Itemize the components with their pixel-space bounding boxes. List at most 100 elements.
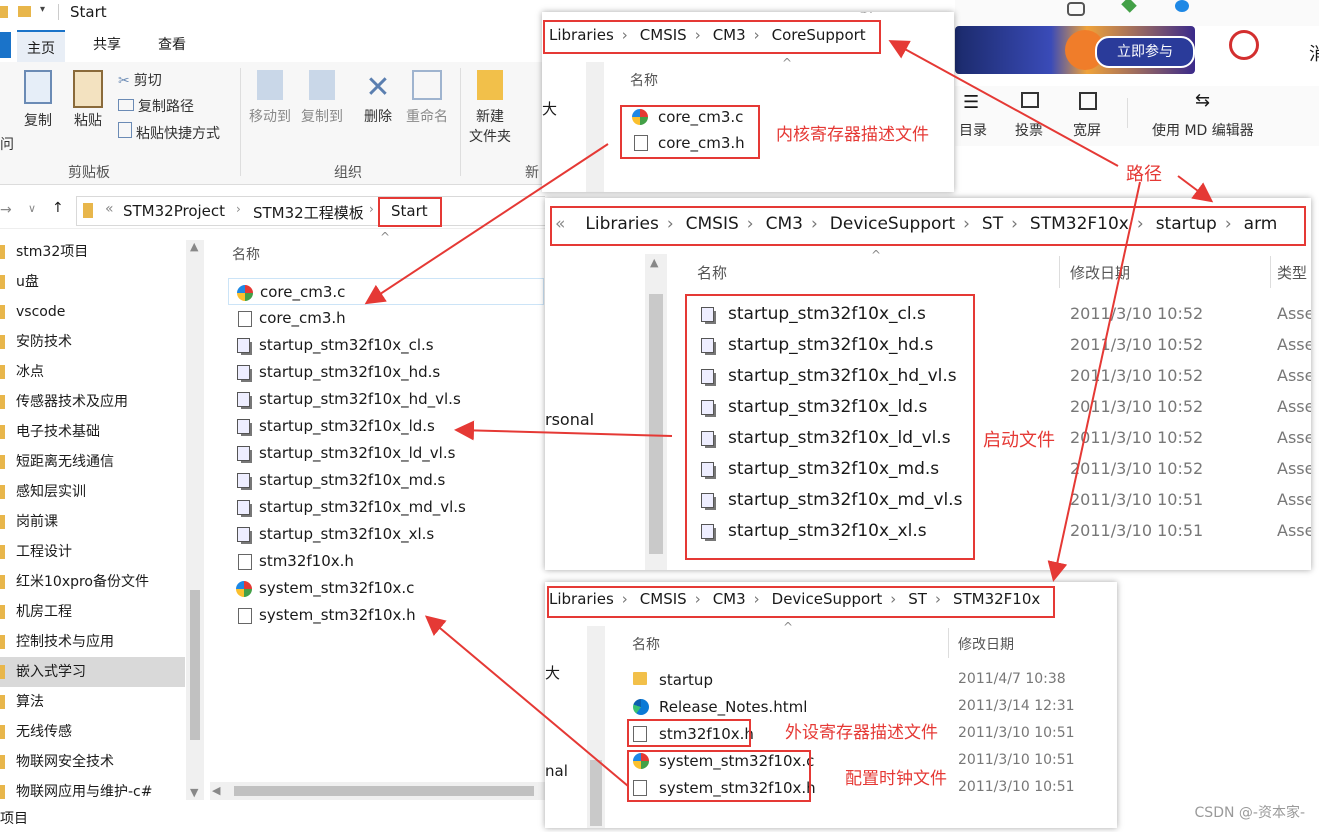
- sidebar-item[interactable]: 感知层实训: [0, 477, 185, 507]
- annotation-startup: 启动文件: [983, 430, 1055, 451]
- recent-chevron-icon[interactable]: ∨: [28, 202, 36, 215]
- breadcrumb-template[interactable]: STM32工程模板: [253, 202, 364, 223]
- extension-icon[interactable]: [1121, 0, 1137, 13]
- up-arrow-icon[interactable]: ↑: [52, 200, 64, 216]
- sidebar-item[interactable]: 电子技术基础: [0, 417, 185, 447]
- sidebar-item[interactable]: 传感器技术及应用: [0, 387, 185, 417]
- column-header-name[interactable]: 名称: [630, 70, 658, 90]
- scroll-thumb[interactable]: [649, 294, 663, 554]
- folder-icon: [633, 672, 647, 685]
- cut-button[interactable]: ✂ 剪切: [118, 70, 162, 90]
- table-row[interactable]: startup 2011/4/7 10:38: [629, 668, 1109, 694]
- sidebar-item[interactable]: 安防技术: [0, 327, 185, 357]
- column-header-type[interactable]: 类型: [1277, 262, 1307, 283]
- copy-to-button[interactable]: 复制到: [298, 70, 346, 126]
- vote-button[interactable]: 投票: [1015, 120, 1043, 140]
- sidebar-item[interactable]: 无线传感: [0, 717, 185, 747]
- file-name: core_cm3.h: [259, 309, 346, 327]
- catalog-button[interactable]: 目录: [959, 120, 987, 140]
- window-close-mark: ✕: [862, 12, 874, 18]
- scroll-thumb[interactable]: [190, 590, 200, 740]
- widescreen-button[interactable]: 宽屏: [1073, 120, 1101, 140]
- sidebar-item[interactable]: 控制技术与应用: [0, 627, 185, 657]
- scroll-up-icon[interactable]: ▲: [190, 240, 198, 253]
- sidebar-scrollbar[interactable]: ▲ ▼: [186, 240, 204, 800]
- highlight-box: [627, 719, 751, 747]
- file-type: Asse: [1277, 490, 1311, 509]
- file-name: startup_stm32f10x_md_vl.s: [259, 498, 466, 516]
- rename-button[interactable]: 重命名: [402, 70, 452, 126]
- file-date: 2011/3/10 10:51: [1070, 490, 1204, 509]
- tab-home[interactable]: 主页: [17, 30, 65, 62]
- panel-scrollbar[interactable]: ▲: [645, 254, 667, 570]
- column-header-name[interactable]: 名称: [697, 262, 727, 283]
- file-type: Asse: [1277, 304, 1311, 323]
- sidebar-item-label: 安防技术: [16, 334, 72, 350]
- sidebar-item[interactable]: 物联网安全技术: [0, 747, 185, 777]
- folder-icon: [0, 455, 5, 469]
- column-header-name[interactable]: 名称: [632, 634, 660, 654]
- scroll-thumb[interactable]: [590, 760, 602, 826]
- c-source-file-icon: [237, 285, 253, 301]
- delete-button[interactable]: ✕ 删除: [358, 70, 398, 126]
- sidebar-item[interactable]: 机房工程: [0, 597, 185, 627]
- sidebar-item[interactable]: 短距离无线通信: [0, 447, 185, 477]
- tab-view[interactable]: 查看: [158, 34, 186, 54]
- file-name: startup: [659, 671, 713, 689]
- sidebar-item[interactable]: 冰点: [0, 357, 185, 387]
- move-to-button[interactable]: 移动到: [246, 70, 294, 126]
- join-button[interactable]: 立即参与: [1095, 36, 1195, 68]
- scroll-down-icon[interactable]: ▼: [190, 786, 198, 799]
- sidebar-item[interactable]: 算法: [0, 687, 185, 717]
- sidebar-item[interactable]: vscode: [0, 297, 185, 327]
- tab-share[interactable]: 共享: [93, 34, 121, 54]
- address-overflow[interactable]: «: [105, 201, 114, 217]
- scroll-left-icon[interactable]: ◀: [212, 784, 220, 797]
- scroll-up-icon[interactable]: ▲: [650, 256, 658, 269]
- hscroll-thumb[interactable]: [234, 786, 534, 796]
- forward-arrow-icon[interactable]: →: [0, 202, 12, 218]
- column-header-name[interactable]: 名称: [232, 244, 260, 264]
- ad-banner[interactable]: 立即参与 消: [955, 26, 1319, 78]
- sidebar-item[interactable]: 物联网应用与维护-c#: [0, 777, 185, 807]
- quick-access-icon[interactable]: [0, 6, 8, 18]
- copy-path-button[interactable]: 复制路径: [118, 96, 194, 116]
- file-list-hscrollbar[interactable]: ◀: [210, 782, 545, 800]
- delete-label: 删除: [364, 109, 392, 125]
- sidebar-item[interactable]: 工程设计: [0, 537, 185, 567]
- sidebar-item[interactable]: 嵌入式学习: [0, 657, 185, 687]
- scissors-icon: ✂: [118, 73, 130, 89]
- sidebar-item[interactable]: u盘: [0, 267, 185, 297]
- list-item[interactable]: core_cm3.c: [228, 278, 544, 305]
- copy-path-label: 复制路径: [138, 99, 194, 115]
- ribbon-tabs: 主页 共享 查看: [0, 26, 545, 62]
- column-header-date[interactable]: 修改日期: [958, 634, 1014, 654]
- file-name: startup_stm32f10x_cl.s: [259, 336, 434, 354]
- extension-icon[interactable]: [1175, 0, 1189, 12]
- file-name: stm32f10x.h: [259, 552, 354, 570]
- panel-scrollbar[interactable]: [587, 626, 605, 828]
- browser-tab-strip: [955, 0, 1319, 26]
- ribbon: 问 复制 粘贴 ✂ 剪切 复制路径 粘贴快捷方式 剪贴板 移动到 复制到 ✕ 删除…: [0, 62, 545, 185]
- breadcrumb-stm32project[interactable]: STM32Project: [123, 202, 225, 220]
- paste-shortcut-button[interactable]: 粘贴快捷方式: [118, 122, 220, 143]
- sidebar-item[interactable]: 红米10xpro备份文件: [0, 567, 185, 597]
- file-date: 2011/3/14 12:31: [958, 698, 1075, 714]
- panel-scrollbar[interactable]: [586, 62, 604, 192]
- assembly-file-icon: [237, 500, 250, 515]
- new-folder-button[interactable]: 新建 文件夹: [464, 70, 516, 146]
- md-editor-button[interactable]: 使用 MD 编辑器: [1152, 120, 1254, 140]
- sidebar-item[interactable]: 岗前课: [0, 507, 185, 537]
- chevron-down-icon[interactable]: ▾: [40, 4, 45, 15]
- sidebar-item[interactable]: stm32项目: [0, 237, 185, 267]
- folder-icon: [0, 545, 5, 559]
- paste-button[interactable]: 粘贴: [66, 70, 110, 130]
- editor-toolbar: ☰ 目录 投票 宽屏 ⇆ 使用 MD 编辑器: [955, 86, 1319, 146]
- file-name: Release_Notes.html: [659, 698, 808, 716]
- breadcrumb-chevron: ›: [236, 202, 241, 216]
- copy-button[interactable]: 复制: [18, 70, 58, 130]
- address-bar[interactable]: « STM32Project › STM32工程模板 › Start: [76, 196, 545, 227]
- extension-icon[interactable]: [1067, 2, 1085, 16]
- file-tab-edge[interactable]: [0, 32, 11, 58]
- column-header-date[interactable]: 修改日期: [1070, 262, 1130, 283]
